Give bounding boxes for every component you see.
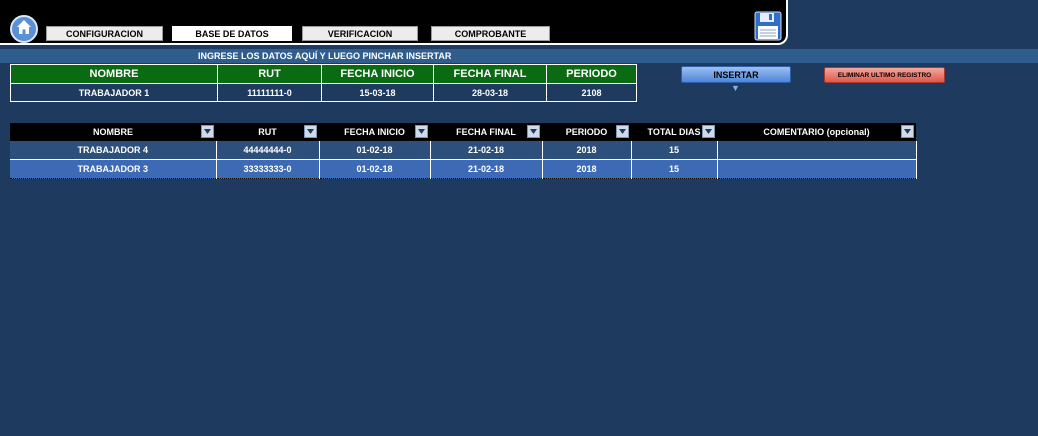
home-icon: [16, 19, 32, 40]
insertar-button[interactable]: INSERTAR: [681, 66, 791, 83]
database-table: NOMBRE RUT FECHA INICIO FECHA FINAL PERI…: [10, 123, 917, 179]
db-header-fecha-inicio: FECHA INICIO: [319, 123, 430, 141]
db-cell-nombre[interactable]: TRABAJADOR 3: [10, 159, 217, 179]
dropdown-arrow-icon[interactable]: [616, 125, 629, 138]
instruction-strip: INGRESE LOS DATOS AQUÍ Y LUEGO PINCHAR I…: [0, 49, 1038, 63]
floppy-disk-icon[interactable]: [754, 11, 782, 46]
db-header-total-dias: TOTAL DIAS: [631, 123, 717, 141]
db-cell-fecha-final[interactable]: 21-02-18: [430, 141, 543, 160]
dropdown-arrow-icon[interactable]: [201, 125, 214, 138]
insert-arrow-icon: ▼: [731, 83, 740, 93]
db-cell-periodo[interactable]: 2018: [542, 159, 632, 179]
dropdown-arrow-icon[interactable]: [702, 125, 715, 138]
nav-comprobante-button[interactable]: COMPROBANTE: [431, 26, 550, 41]
dropdown-arrow-icon[interactable]: [527, 125, 540, 138]
dropdown-arrow-icon[interactable]: [901, 125, 914, 138]
eliminar-ultimo-registro-button[interactable]: ELIMINAR ULTIMO REGISTRO: [824, 67, 945, 83]
db-header-fecha-final-label: FECHA FINAL: [456, 127, 516, 137]
instruction-text: INGRESE LOS DATOS AQUÍ Y LUEGO PINCHAR I…: [198, 51, 452, 61]
nav-verificacion-button[interactable]: VERIFICACION: [302, 26, 418, 41]
db-header-comentario: COMENTARIO (opcional): [717, 123, 916, 141]
db-cell-rut[interactable]: 33333333-0: [216, 159, 320, 179]
nav-base-de-datos-button[interactable]: BASE DE DATOS: [171, 25, 293, 42]
db-header-nombre-label: NOMBRE: [93, 127, 133, 137]
db-cell-periodo[interactable]: 2018: [542, 141, 632, 160]
database-header-row: NOMBRE RUT FECHA INICIO FECHA FINAL PERI…: [10, 123, 916, 141]
db-cell-fecha-inicio[interactable]: 01-02-18: [319, 159, 431, 179]
db-cell-total-dias[interactable]: 15: [631, 141, 718, 160]
entry-header-periodo: PERIODO: [546, 64, 637, 84]
entry-header-nombre: NOMBRE: [10, 64, 218, 84]
entry-header-rut: RUT: [217, 64, 322, 84]
dropdown-arrow-icon[interactable]: [415, 125, 428, 138]
entry-header-fecha-inicio: FECHA INICIO: [321, 64, 434, 84]
db-cell-fecha-final[interactable]: 21-02-18: [430, 159, 543, 179]
db-cell-total-dias[interactable]: 15: [631, 159, 718, 179]
nav-configuracion-button[interactable]: CONFIGURACION: [46, 26, 163, 41]
db-cell-fecha-inicio[interactable]: 01-02-18: [319, 141, 431, 160]
entry-fecha-inicio-cell[interactable]: 15-03-18: [321, 83, 434, 102]
top-navigation-bar: CONFIGURACION BASE DE DATOS VERIFICACION…: [0, 0, 788, 45]
db-cell-nombre[interactable]: TRABAJADOR 4: [10, 141, 217, 160]
entry-rut-cell[interactable]: 11111111-0: [217, 83, 322, 102]
dropdown-arrow-icon[interactable]: [304, 125, 317, 138]
db-header-nombre: NOMBRE: [10, 123, 216, 141]
entry-table: NOMBRE RUT FECHA INICIO FECHA FINAL PERI…: [10, 64, 637, 102]
entry-input-row: TRABAJADOR 1 11111111-0 15-03-18 28-03-1…: [10, 83, 637, 102]
entry-nombre-cell[interactable]: TRABAJADOR 1: [10, 83, 218, 102]
entry-fecha-final-cell[interactable]: 28-03-18: [433, 83, 547, 102]
db-header-periodo: PERIODO: [542, 123, 631, 141]
db-header-fecha-final: FECHA FINAL: [430, 123, 542, 141]
entry-header-row: NOMBRE RUT FECHA INICIO FECHA FINAL PERI…: [10, 64, 637, 84]
home-button[interactable]: [10, 15, 38, 43]
table-row[interactable]: TRABAJADOR 3 33333333-0 01-02-18 21-02-1…: [10, 159, 917, 179]
entry-header-fecha-final: FECHA FINAL: [433, 64, 547, 84]
db-header-rut: RUT: [216, 123, 319, 141]
db-header-fecha-inicio-label: FECHA INICIO: [344, 127, 405, 137]
db-cell-comentario[interactable]: [717, 141, 917, 160]
db-header-comentario-label: COMENTARIO (opcional): [763, 127, 870, 137]
db-cell-comentario[interactable]: [717, 159, 917, 179]
entry-periodo-cell[interactable]: 2108: [546, 83, 637, 102]
table-row[interactable]: TRABAJADOR 4 44444444-0 01-02-18 21-02-1…: [10, 141, 917, 160]
db-cell-rut[interactable]: 44444444-0: [216, 141, 320, 160]
